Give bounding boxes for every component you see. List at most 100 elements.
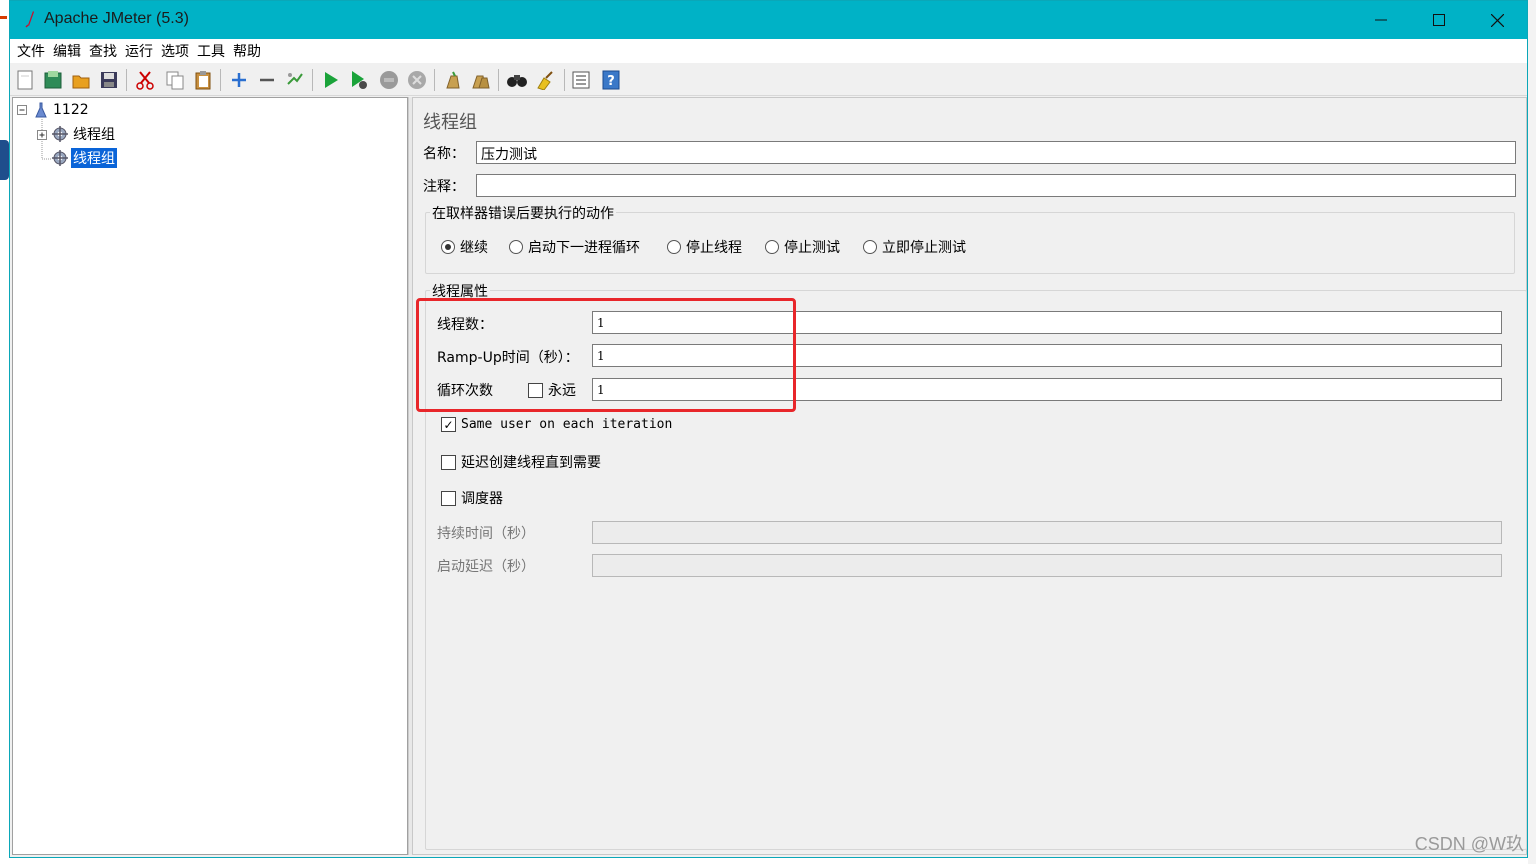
open-icon [72,75,90,89]
duration-field[interactable] [592,521,1502,544]
minimize-button[interactable] [1352,1,1410,39]
gear-icon [52,126,68,142]
background-left [0,0,9,864]
tree-node-label: 线程组 [73,127,115,143]
radio-start-next-loop[interactable]: 启动下一进程循环 [509,237,640,257]
startup-delay-field[interactable] [592,554,1502,577]
radio-continue[interactable]: 继续 [441,237,488,257]
cut-icon [136,71,154,90]
close-button[interactable] [1468,1,1526,39]
help-button[interactable]: ? [600,69,622,91]
save-icon [101,72,117,88]
panel-title: 线程组 [423,112,477,133]
radio-dot [667,240,681,254]
maximize-icon [1433,14,1445,26]
clear-all-button[interactable] [470,69,492,91]
title-bar[interactable]: Apache JMeter (5.3) [10,1,1527,39]
same-user-checkbox[interactable]: ✓ Same user on each iteration [441,417,672,432]
menu-edit[interactable]: 编辑 [49,41,85,61]
comment-field[interactable] [476,174,1516,197]
search-icon [507,75,527,87]
start-no-timers-button[interactable] [348,69,370,91]
radio-stop-test[interactable]: 停止测试 [765,237,840,257]
clear-icon [446,71,460,89]
new-button[interactable] [14,69,36,91]
help-icon: ? [602,70,620,90]
toolbar-separator [564,69,565,91]
background-right [1528,0,1536,864]
function-helper-icon [572,71,590,89]
radio-dot [863,240,877,254]
toolbar-separator [434,69,435,91]
toggle-button[interactable] [284,69,306,91]
duration-label: 持续时间（秒） [437,526,535,542]
paste-button[interactable] [192,69,214,91]
background-red-mark [0,16,7,19]
collapse-all-button[interactable] [256,69,278,91]
shutdown-button[interactable] [406,69,428,91]
menu-help[interactable]: 帮助 [229,41,265,61]
copy-icon [166,71,184,90]
comment-label: 注释： [423,179,465,195]
toolbar-separator [312,69,313,91]
gear-icon [52,150,68,166]
new-icon [17,70,33,90]
expand-all-button[interactable] [228,69,250,91]
stop-button[interactable] [378,69,400,91]
menu-search[interactable]: 查找 [85,41,121,61]
radio-stop-thread[interactable]: 停止线程 [667,237,742,257]
templates-button[interactable] [42,69,64,91]
tree-node-label: 1122 [53,102,89,118]
radio-dot [509,240,523,254]
delay-thread-creation-checkbox[interactable]: 延迟创建线程直到需要 [441,452,601,472]
tree-node-root[interactable]: 1122 [33,100,89,120]
scheduler-checkbox[interactable]: 调度器 [441,488,503,508]
startup-delay-label: 启动延迟（秒） [437,559,535,575]
menu-run[interactable]: 运行 [121,41,157,61]
reset-search-icon [537,71,553,90]
maximize-button[interactable] [1410,1,1468,39]
save-button[interactable] [98,69,120,91]
open-button[interactable] [70,69,92,91]
start-icon [325,72,338,88]
templates-icon [44,71,62,89]
menu-bar: 文件 编辑 查找 运行 选项 工具 帮助 [10,39,1527,63]
copy-button[interactable] [164,69,186,91]
toolbar-separator [220,69,221,91]
collapse-icon [260,78,274,82]
clear-all-icon [472,75,490,89]
search-button[interactable] [506,69,528,91]
tree-node-label: 线程组 [71,148,117,168]
svg-text:?: ? [607,74,615,89]
radio-label: 停止线程 [686,240,742,256]
jmeter-feather-icon [25,11,34,28]
radio-dot [765,240,779,254]
checkmark-icon: ✓ [441,417,456,432]
menu-options[interactable]: 选项 [157,41,193,61]
reset-search-button[interactable] [534,69,556,91]
cut-button[interactable] [134,69,156,91]
tree-node-thread-group[interactable]: 线程组 [51,124,115,144]
watermark: CSDN @W玖 [1414,834,1524,854]
paste-icon [195,71,211,90]
tree-node-thread-group-selected[interactable]: 线程组 [51,148,117,168]
toggle-icon [287,73,303,85]
toolbar: ? [10,64,1527,96]
radio-label: 立即停止测试 [882,240,966,256]
radio-label: 继续 [460,240,488,256]
checkbox-label: 调度器 [461,491,503,507]
radio-label: 启动下一进程循环 [528,240,640,256]
name-label: 名称： [423,146,465,162]
close-icon [1490,13,1504,27]
name-field[interactable]: 压力测试 [476,141,1516,164]
radio-stop-test-now[interactable]: 立即停止测试 [863,237,966,257]
clear-button[interactable] [442,69,464,91]
thread-group-panel: 线程组 名称： 压力测试 注释： 在取样器错误后要执行的动作 继续 启动下一进程… [412,97,1527,855]
start-button[interactable] [320,69,342,91]
menu-file[interactable]: 文件 [13,41,49,61]
test-plan-tree[interactable]: 1122 线程组 线程组 [12,97,408,855]
function-helper-button[interactable] [570,69,592,91]
menu-tools[interactable]: 工具 [193,41,229,61]
test-plan-icon [35,102,47,118]
checkbox-box [441,454,456,470]
